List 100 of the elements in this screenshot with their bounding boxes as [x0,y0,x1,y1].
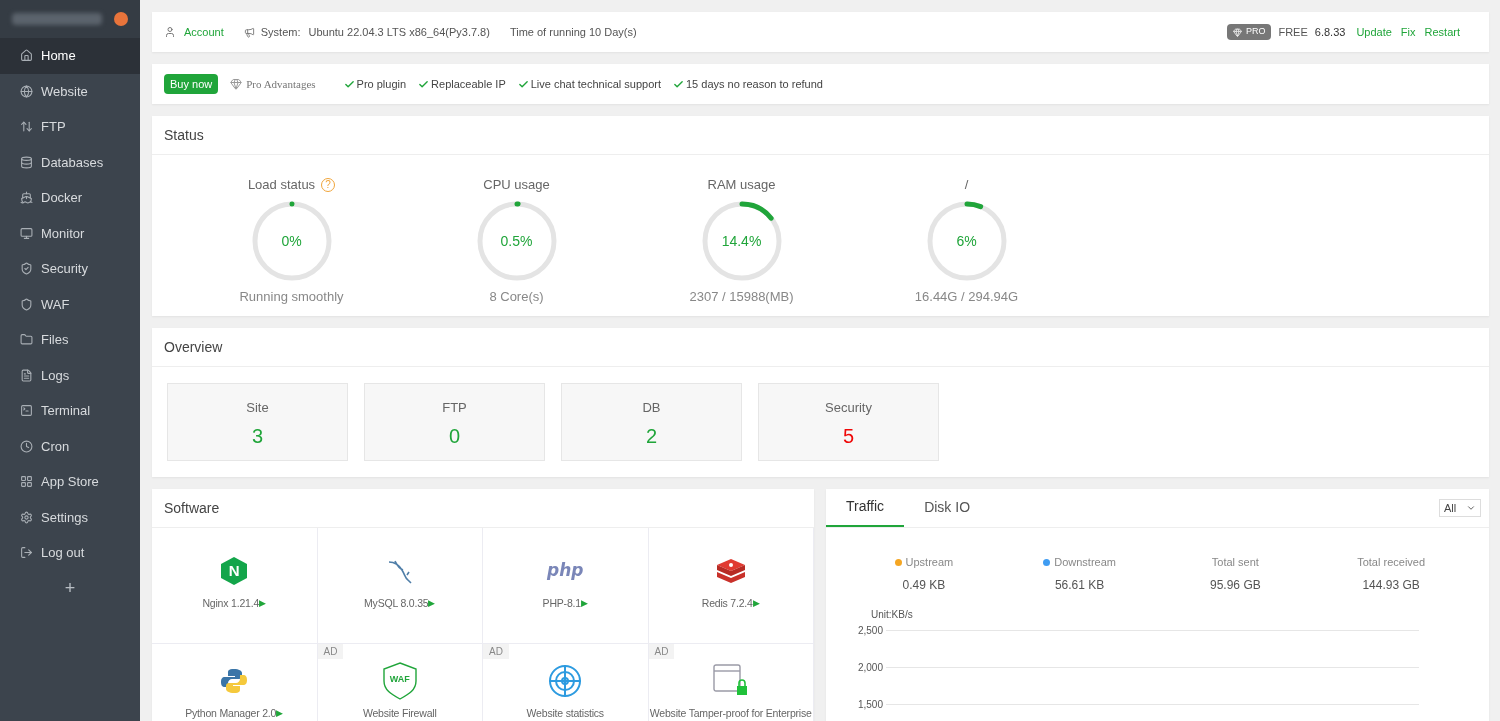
shield-icon [20,297,33,311]
gauge-label: RAM usage [707,176,776,195]
sidebar-item[interactable]: Docker [0,180,140,216]
sidebar-item[interactable]: WAF [0,286,140,322]
system-info: Ubuntu 22.04.3 LTS x86_64(Py3.7.8) [308,24,490,40]
play-icon[interactable]: ▶ [259,597,267,611]
gauge-value: 14.4% [721,231,762,251]
card-value: 5 [842,423,855,449]
software-tile[interactable]: php PHP-8.1▶ [483,528,649,644]
gauge-value: 0.5% [500,231,533,251]
play-icon[interactable]: ▶ [276,707,284,721]
feature-text: Pro plugin [356,76,407,92]
overview-card[interactable]: FTP 0 [364,383,545,461]
action-link[interactable]: Restart [1424,23,1460,41]
stacked-cubes-icon [714,557,747,585]
folder-icon [20,333,33,347]
pro-advantages-text: Pro Advantages [246,76,316,92]
sidebar-item[interactable]: Settings [0,499,140,535]
stat-value: 0.49 KB [902,576,946,594]
database-icon [20,155,33,169]
logout-icon [20,546,33,560]
card-value: 0 [448,423,461,449]
software-tile[interactable]: N Nginx 1.21.4▶ [152,528,318,644]
check-icon [517,78,529,90]
section-title: Software [164,498,220,518]
sidebar-item[interactable]: Files [0,322,140,358]
software-name: PHP-8.1 [542,596,581,611]
software-name: Website Tamper-proof for Enterprise [649,706,812,721]
play-icon[interactable]: ▶ [580,597,588,611]
megaphone-icon [243,26,255,38]
account-link[interactable]: Account [184,23,224,41]
sidebar-item[interactable]: Security [0,251,140,287]
shield-logo: WAF [381,662,418,700]
uptime-text: Time of running 10 Day(s) [509,24,637,40]
gauge-caption: 8 Core(s) [489,288,544,306]
sidebar-item[interactable]: Log out [0,535,140,571]
action-link[interactable]: Update [1356,23,1392,41]
document-icon [20,368,33,382]
gauge-value: 6% [956,231,977,251]
play-icon[interactable]: ▶ [752,597,760,611]
tab[interactable]: Disk IO [904,488,990,527]
target-icon [548,664,583,698]
software-tile[interactable]: AD Website statistics [483,644,649,721]
ship-icon [20,191,33,205]
arrows-icon [20,120,33,134]
software-tile[interactable]: MySQL 8.0.35▶ [317,528,483,644]
card-label: DB [642,399,661,417]
overview-card[interactable]: Security 5 [758,383,939,461]
tab[interactable]: Traffic [826,488,905,527]
software-tile[interactable]: Python Manager 2.0▶ [152,644,318,721]
card-label: Security [825,399,872,417]
software-name: MySQL 8.0.35 [364,596,429,611]
globe-icon [20,84,33,98]
play-icon[interactable]: ▶ [428,597,436,611]
sidebar-item[interactable]: Logs [0,357,140,393]
sidebar-item[interactable]: Monitor [0,215,140,251]
overview-card[interactable]: Site 3 [167,383,348,461]
sidebar-item[interactable]: Databases [0,144,140,180]
software-name: Website Firewall [362,706,437,721]
gauge-caption: 2307 / 15988(MB) [689,288,794,306]
sidebar-item[interactable]: Terminal [0,393,140,429]
stat-value: 56.61 KB [1054,576,1105,594]
sidebar-item[interactable]: App Store [0,464,140,500]
python-logo [220,667,249,695]
section-title: Overview [164,337,223,357]
check-icon [343,78,355,90]
grid-icon [20,475,33,489]
stat-label: Downstream [1054,555,1116,570]
sidebar-item[interactable]: Cron [0,428,140,464]
terminal-icon [20,404,33,418]
gauge-label: Load status [247,176,316,195]
user-icon [164,26,176,38]
home-icon [20,49,33,63]
sidebar-item[interactable]: Website [0,73,140,109]
stat-label: Total sent [1211,555,1259,570]
action-link[interactable]: Fix [1400,23,1416,41]
buy-now-button[interactable]: Buy now [164,73,219,95]
software-tile[interactable]: AD Website Tamper-proof for Enterprise [648,644,814,721]
stat-label: Total received [1357,555,1426,570]
ad-badge: AD [648,644,675,659]
overview-card[interactable]: DB 2 [561,383,742,461]
sidebar-item[interactable]: Home [0,38,140,74]
add-button[interactable]: + [64,574,76,601]
software-tile[interactable]: Redis 7.2.4▶ [648,528,814,644]
gem-icon [230,78,243,90]
chevron-down-icon [1466,503,1476,513]
software-name: Redis 7.2.4 [701,596,753,611]
card-label: Site [246,399,269,417]
software-tile[interactable]: AD WAF Website Firewall [317,644,483,721]
axis-unit-label: Unit:KB/s [871,608,914,621]
filter-select[interactable]: All [1439,499,1481,517]
clock-icon [20,439,33,453]
gauge-label: / [964,176,969,195]
monitor-icon [20,226,33,240]
sidebar-item[interactable]: FTP [0,109,140,145]
gauge-value: 0% [281,231,302,251]
software-name: Website statistics [526,706,604,721]
card-value: 3 [251,423,264,449]
feature-text: 15 days no reason to refund [685,76,823,92]
stat-label: Upstream [905,555,954,570]
